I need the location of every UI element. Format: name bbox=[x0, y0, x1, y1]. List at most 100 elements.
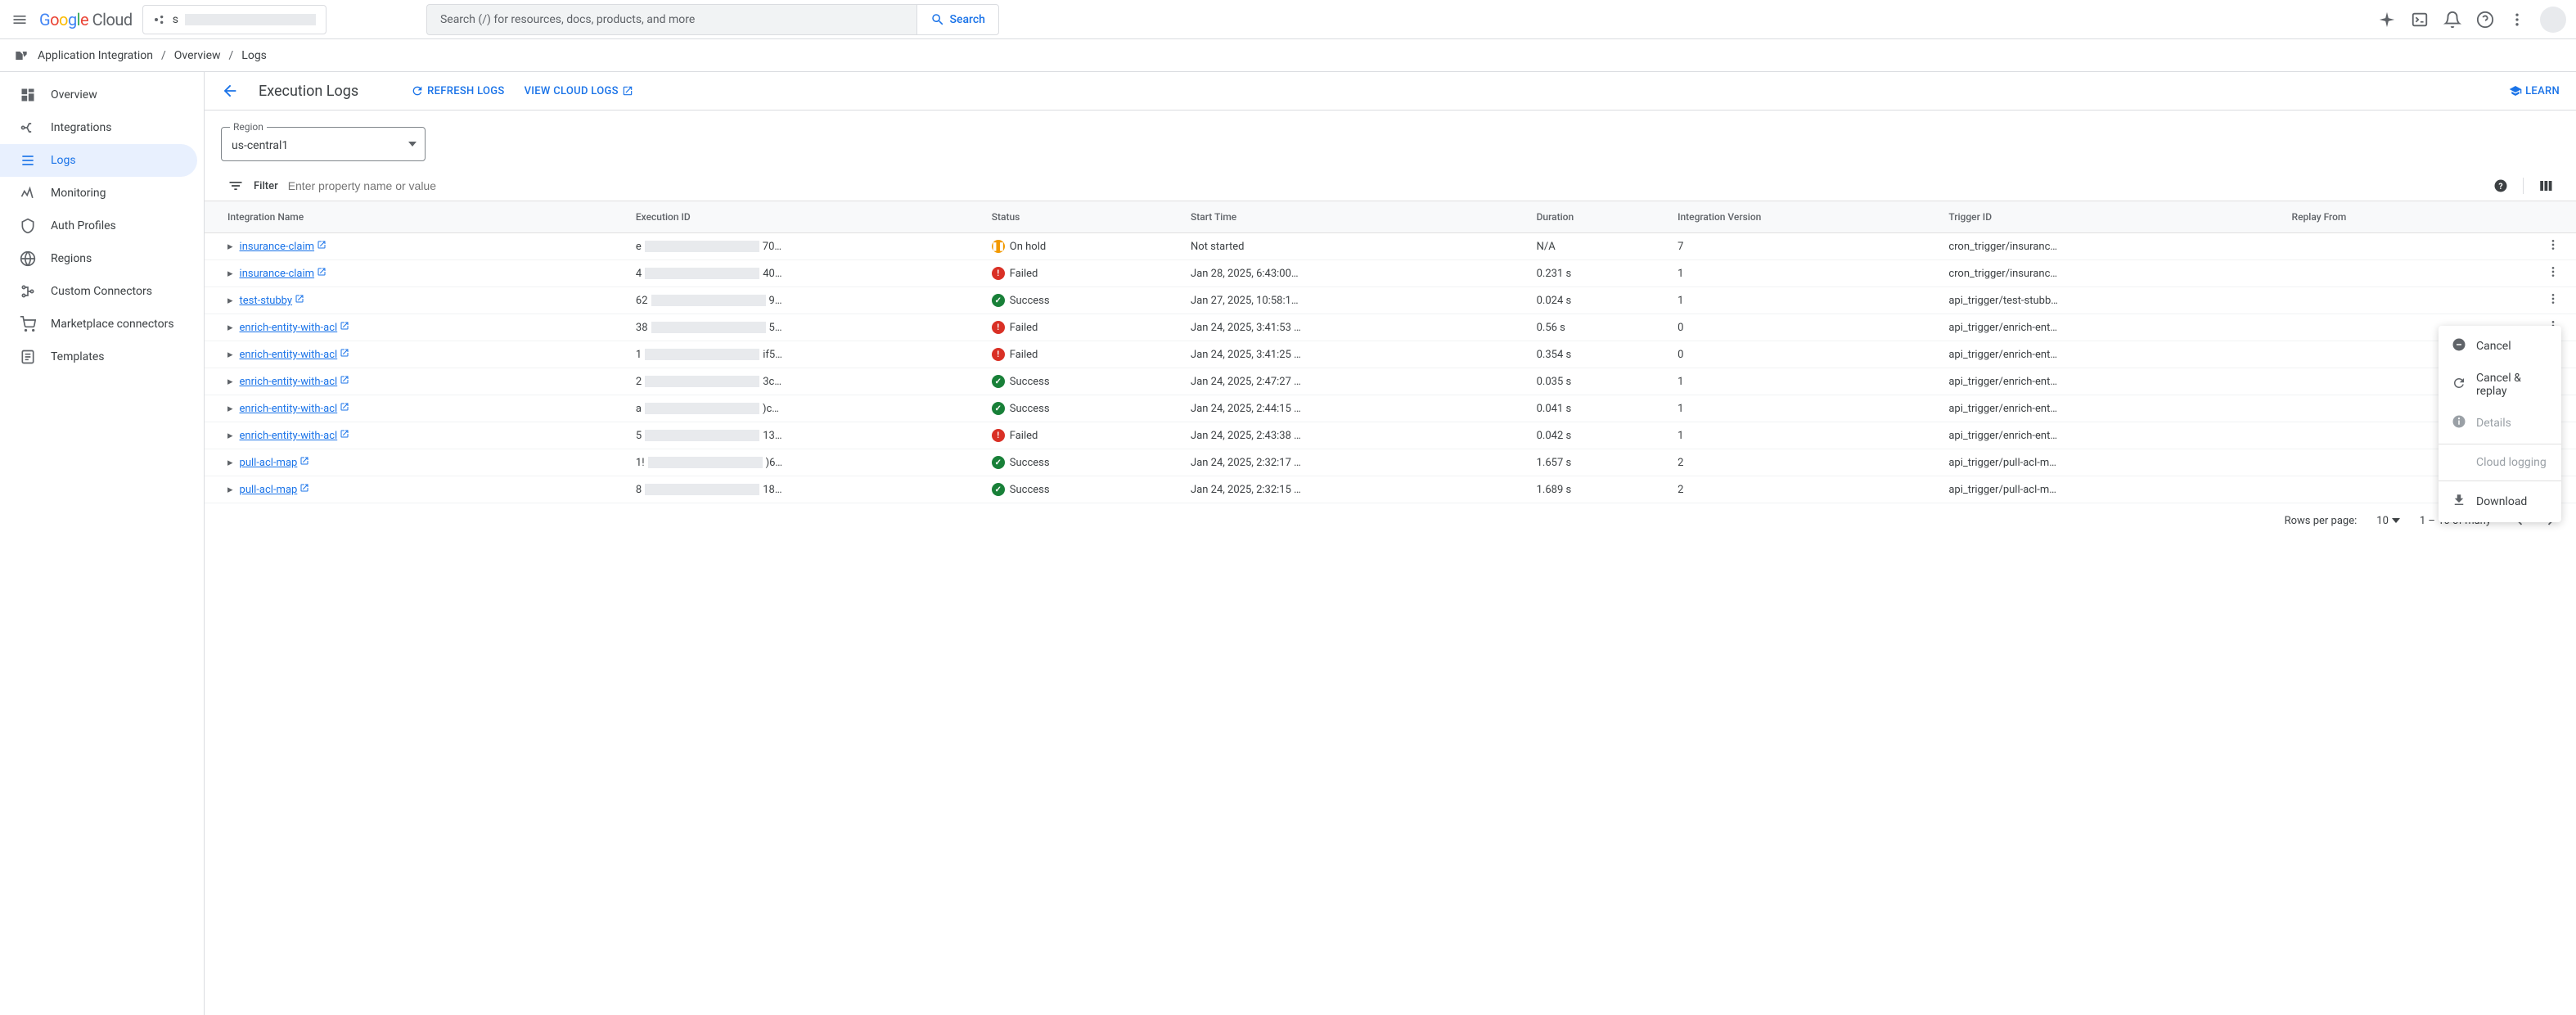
status-icon: ✓ bbox=[992, 294, 1005, 307]
rows-per-page-select[interactable]: 10 bbox=[2376, 515, 2400, 527]
expand-row-icon[interactable]: ▸ bbox=[227, 268, 233, 280]
hamburger-menu-icon[interactable] bbox=[10, 10, 29, 29]
search-button[interactable]: Search bbox=[916, 4, 999, 35]
expand-row-icon[interactable]: ▸ bbox=[227, 484, 233, 496]
expand-row-icon[interactable]: ▸ bbox=[227, 457, 233, 469]
region-select[interactable]: Region us-central1 bbox=[221, 127, 426, 161]
user-avatar[interactable] bbox=[2540, 7, 2566, 33]
trigger-id: api_trigger/enrich-ent… bbox=[1942, 341, 2285, 368]
columns-icon[interactable] bbox=[2538, 178, 2553, 193]
col-header: Trigger ID bbox=[1942, 201, 2285, 233]
product-icon bbox=[13, 47, 29, 64]
trigger-id: api_trigger/enrich-ent… bbox=[1942, 395, 2285, 422]
status-icon: ❚❚ bbox=[992, 240, 1005, 253]
open-external-icon[interactable] bbox=[340, 321, 349, 331]
breadcrumb-product[interactable]: Application Integration bbox=[38, 49, 153, 62]
menu-item-cancel-replay[interactable]: Cancel & replay bbox=[2439, 363, 2561, 406]
duration: 0.024 s bbox=[1530, 287, 1672, 314]
integration-link[interactable]: enrich-entity-with-acl bbox=[240, 376, 338, 388]
sidebar-item-overview[interactable]: Overview bbox=[0, 79, 204, 111]
row-menu-button[interactable] bbox=[2475, 260, 2576, 287]
menu-item-label: Download bbox=[2476, 495, 2527, 508]
integration-version: 1 bbox=[1671, 422, 1942, 449]
chevron-down-icon bbox=[2392, 517, 2400, 525]
sidebar-item-templates[interactable]: Templates bbox=[0, 341, 204, 373]
search-placeholder: Search (/) for resources, docs, products… bbox=[440, 13, 695, 26]
filter-input[interactable] bbox=[288, 179, 2484, 192]
region-label: Region bbox=[230, 121, 267, 133]
status-icon: ! bbox=[992, 348, 1005, 361]
replay-from bbox=[2286, 287, 2475, 314]
google-cloud-logo[interactable]: Google Cloud bbox=[39, 10, 133, 29]
sidebar-item-integrations[interactable]: Integrations bbox=[0, 111, 204, 144]
sidebar-item-label: Auth Profiles bbox=[51, 219, 116, 232]
row-menu-button[interactable] bbox=[2475, 287, 2576, 314]
open-external-icon[interactable] bbox=[299, 483, 309, 493]
integration-link[interactable]: insurance-claim bbox=[240, 241, 315, 253]
help-icon[interactable] bbox=[2476, 11, 2494, 29]
back-arrow-icon[interactable] bbox=[221, 82, 239, 100]
learn-button[interactable]: Learn bbox=[2509, 84, 2560, 97]
open-external-icon[interactable] bbox=[299, 456, 309, 466]
page-toolbar: Execution Logs Refresh Logs View Cloud L… bbox=[205, 72, 2576, 111]
menu-item-cancel[interactable]: Cancel bbox=[2439, 329, 2561, 363]
logs-table: Integration NameExecution IDStatusStart … bbox=[205, 201, 2576, 503]
sidebar-item-auth-profiles[interactable]: Auth Profiles bbox=[0, 210, 204, 242]
open-external-icon[interactable] bbox=[340, 429, 349, 439]
cloud-shell-icon[interactable] bbox=[2411, 11, 2429, 29]
integration-link[interactable]: insurance-claim bbox=[240, 268, 315, 280]
notifications-icon[interactable] bbox=[2443, 11, 2461, 29]
integration-link[interactable]: test-stubby bbox=[240, 295, 293, 307]
table-row: ▸insurance-claim 440… !Failed Jan 28, 20… bbox=[205, 260, 2576, 287]
breadcrumb: Application Integration / Overview / Log… bbox=[0, 39, 2576, 72]
expand-row-icon[interactable]: ▸ bbox=[227, 430, 233, 442]
status-cell: ✓Success bbox=[992, 375, 1178, 388]
search-icon bbox=[930, 12, 945, 27]
view-cloud-logs-button[interactable]: View Cloud Logs bbox=[525, 85, 633, 97]
open-external-icon[interactable] bbox=[340, 402, 349, 412]
filter-help-icon[interactable]: ? bbox=[2493, 178, 2508, 193]
sidebar-item-marketplace-connectors[interactable]: Marketplace connectors bbox=[0, 308, 204, 341]
execution-id: 513… bbox=[636, 430, 979, 442]
gemini-icon[interactable] bbox=[2378, 11, 2396, 29]
integration-link[interactable]: enrich-entity-with-acl bbox=[240, 430, 338, 442]
row-menu-button[interactable] bbox=[2475, 233, 2576, 260]
integration-version: 2 bbox=[1671, 476, 1942, 503]
open-external-icon[interactable] bbox=[317, 267, 327, 277]
more-vert-icon[interactable] bbox=[2509, 11, 2525, 28]
expand-row-icon[interactable]: ▸ bbox=[227, 376, 233, 388]
duration: 0.56 s bbox=[1530, 314, 1672, 341]
top-header: Google Cloud s Search (/) for resources,… bbox=[0, 0, 2576, 39]
breadcrumb-overview[interactable]: Overview bbox=[174, 49, 221, 62]
menu-item-label: Details bbox=[2476, 417, 2511, 430]
refresh-logs-button[interactable]: Refresh Logs bbox=[411, 84, 504, 97]
integration-link[interactable]: pull-acl-map bbox=[240, 457, 298, 469]
sidebar-item-regions[interactable]: Regions bbox=[0, 242, 204, 275]
open-external-icon[interactable] bbox=[340, 348, 349, 358]
integration-link[interactable]: enrich-entity-with-acl bbox=[240, 349, 338, 361]
col-header: Integration Version bbox=[1671, 201, 1942, 233]
integration-link[interactable]: enrich-entity-with-acl bbox=[240, 403, 338, 415]
integration-link[interactable]: pull-acl-map bbox=[240, 484, 298, 496]
status-cell: ✓Success bbox=[992, 402, 1178, 415]
expand-row-icon[interactable]: ▸ bbox=[227, 241, 233, 253]
start-time: Jan 24, 2025, 3:41:25 … bbox=[1184, 341, 1530, 368]
start-time: Jan 27, 2025, 10:58:1… bbox=[1184, 287, 1530, 314]
open-external-icon[interactable] bbox=[340, 375, 349, 385]
expand-row-icon[interactable]: ▸ bbox=[227, 403, 233, 415]
breadcrumb-logs[interactable]: Logs bbox=[241, 49, 267, 62]
expand-row-icon[interactable]: ▸ bbox=[227, 295, 233, 307]
menu-item-download[interactable]: Download bbox=[2439, 485, 2561, 519]
open-external-icon[interactable] bbox=[317, 240, 327, 250]
duration: 0.035 s bbox=[1530, 368, 1672, 395]
project-picker[interactable]: s bbox=[142, 5, 327, 34]
expand-row-icon[interactable]: ▸ bbox=[227, 349, 233, 361]
expand-row-icon[interactable]: ▸ bbox=[227, 322, 233, 334]
integration-link[interactable]: enrich-entity-with-acl bbox=[240, 322, 338, 334]
sidebar-item-logs[interactable]: Logs bbox=[0, 144, 197, 177]
search-input[interactable]: Search (/) for resources, docs, products… bbox=[426, 4, 916, 35]
open-external-icon[interactable] bbox=[295, 294, 304, 304]
sidebar-item-monitoring[interactable]: Monitoring bbox=[0, 177, 204, 210]
sidebar-item-custom-connectors[interactable]: Custom Connectors bbox=[0, 275, 204, 308]
execution-id: 1if5… bbox=[636, 349, 979, 361]
